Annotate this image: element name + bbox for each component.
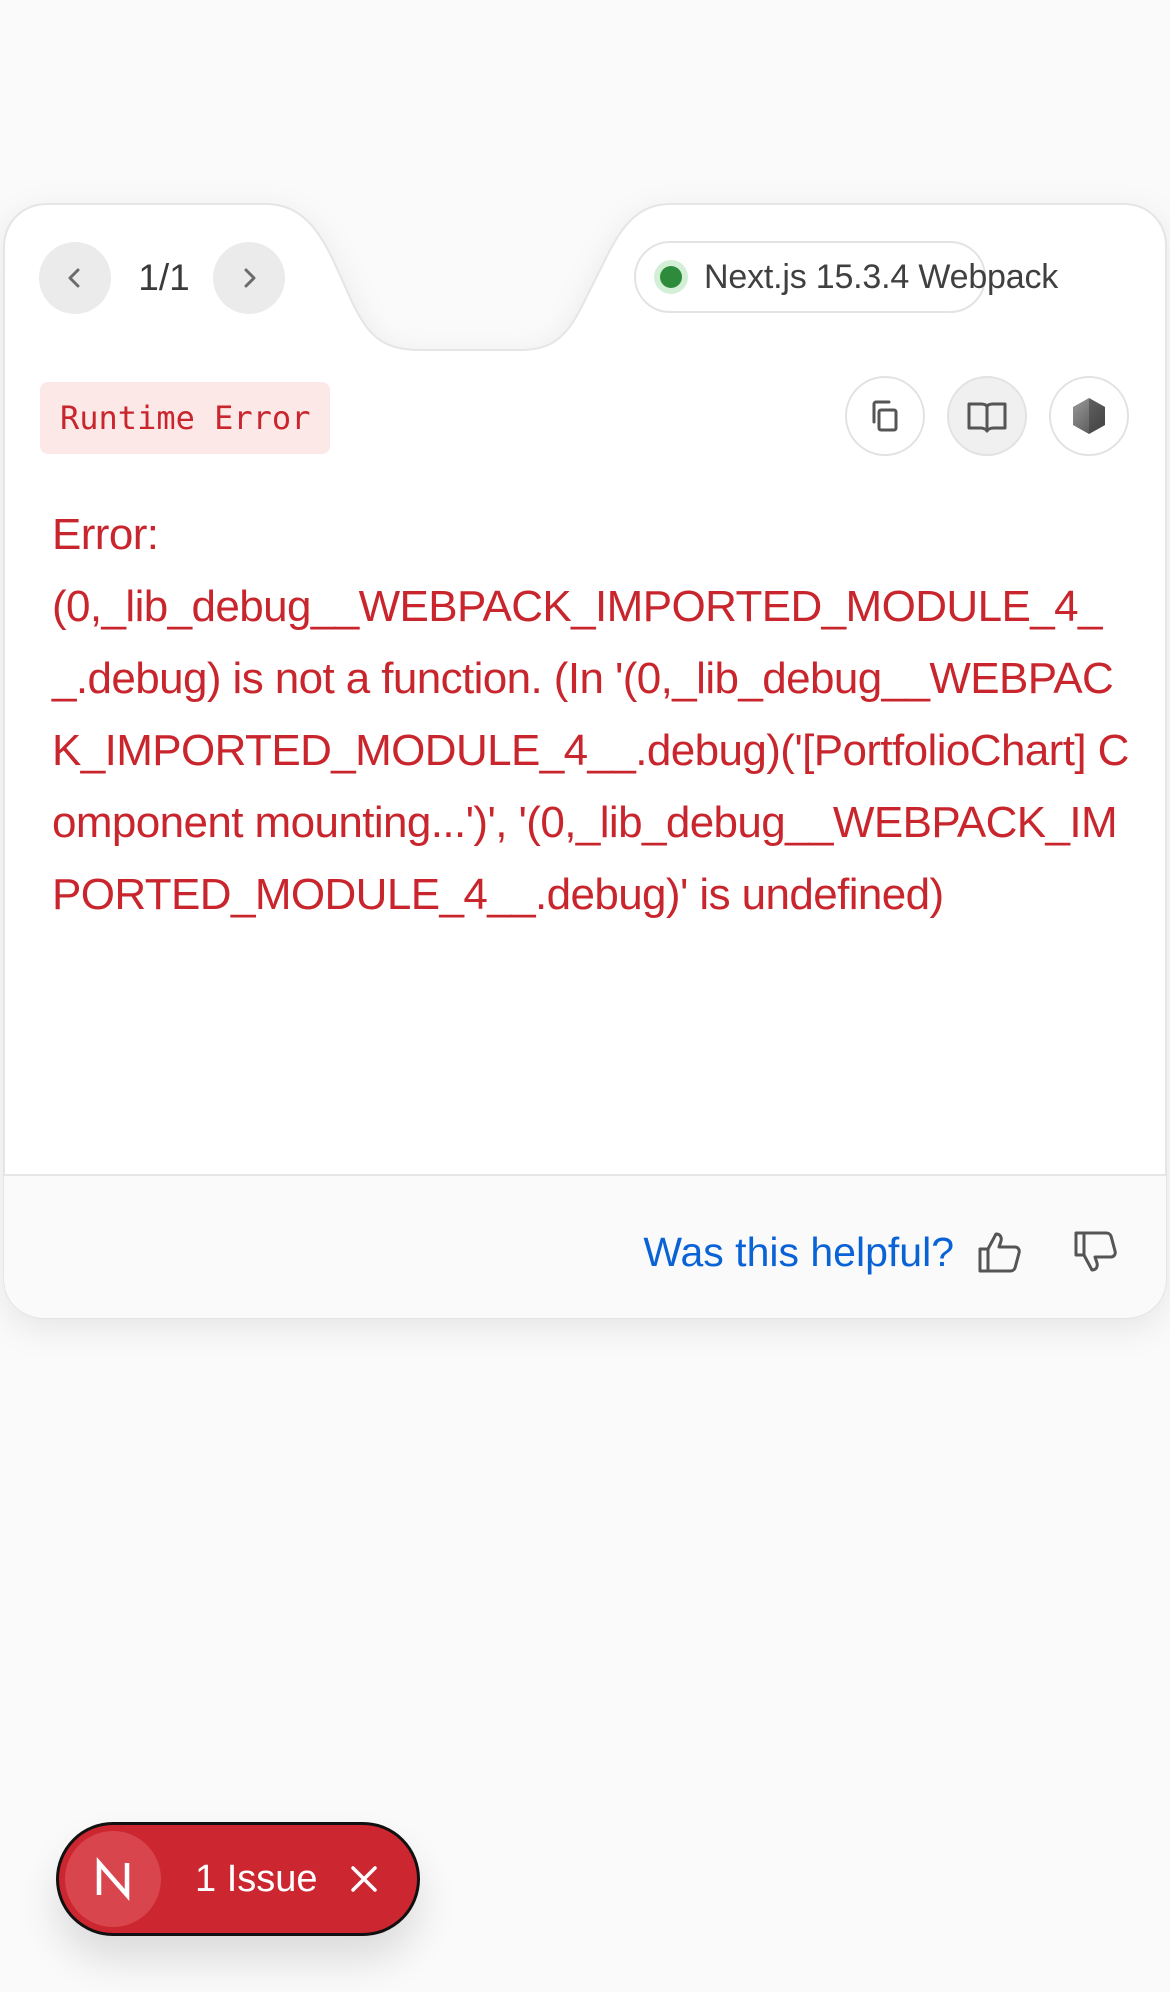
previous-error-button[interactable] — [39, 242, 111, 314]
close-issues-button[interactable] — [344, 1859, 384, 1899]
thumbs-up-icon — [978, 1232, 1021, 1273]
version-badge[interactable]: Next.js 15.3.4 Webpack — [634, 241, 1058, 313]
nodejs-icon — [1073, 398, 1105, 434]
status-indicator-icon — [660, 266, 682, 288]
error-message: Error: (0,_lib_debug__WEBPACK_IMPORTED_M… — [52, 510, 1129, 919]
error-type-label: Runtime Error — [40, 382, 331, 454]
docs-button[interactable] — [947, 376, 1027, 456]
thumbs-up-button[interactable] — [970, 1222, 1030, 1282]
error-dialog: 1/1 Next.js 15.3.4 Webpack Runtime Error — [2, 202, 1167, 1320]
thumbs-down-icon — [1074, 1231, 1117, 1272]
thumbs-down-button[interactable] — [1066, 1222, 1126, 1282]
nodejs-inspector-button[interactable] — [1049, 376, 1129, 456]
error-page-count: 1/1 — [138, 257, 190, 298]
issues-count-label[interactable]: 1 Issue — [195, 1858, 318, 1901]
copy-icon — [872, 400, 898, 432]
copy-error-button[interactable] — [845, 376, 925, 456]
version-label: Next.js 15.3.4 Webpack — [704, 257, 1059, 296]
nextjs-n-glyph — [96, 1857, 130, 1901]
book-icon — [967, 402, 1007, 433]
nextjs-logo-icon[interactable] — [65, 1831, 161, 1927]
feedback-prompt: Was this helpful? — [643, 1229, 954, 1275]
issues-indicator[interactable]: 1 Issue — [56, 1822, 420, 1936]
close-icon — [350, 1866, 377, 1892]
chevron-right-icon — [244, 268, 256, 288]
footer-divider — [2, 1174, 1167, 1176]
next-error-button[interactable] — [213, 242, 285, 314]
chevron-left-icon — [68, 268, 80, 288]
